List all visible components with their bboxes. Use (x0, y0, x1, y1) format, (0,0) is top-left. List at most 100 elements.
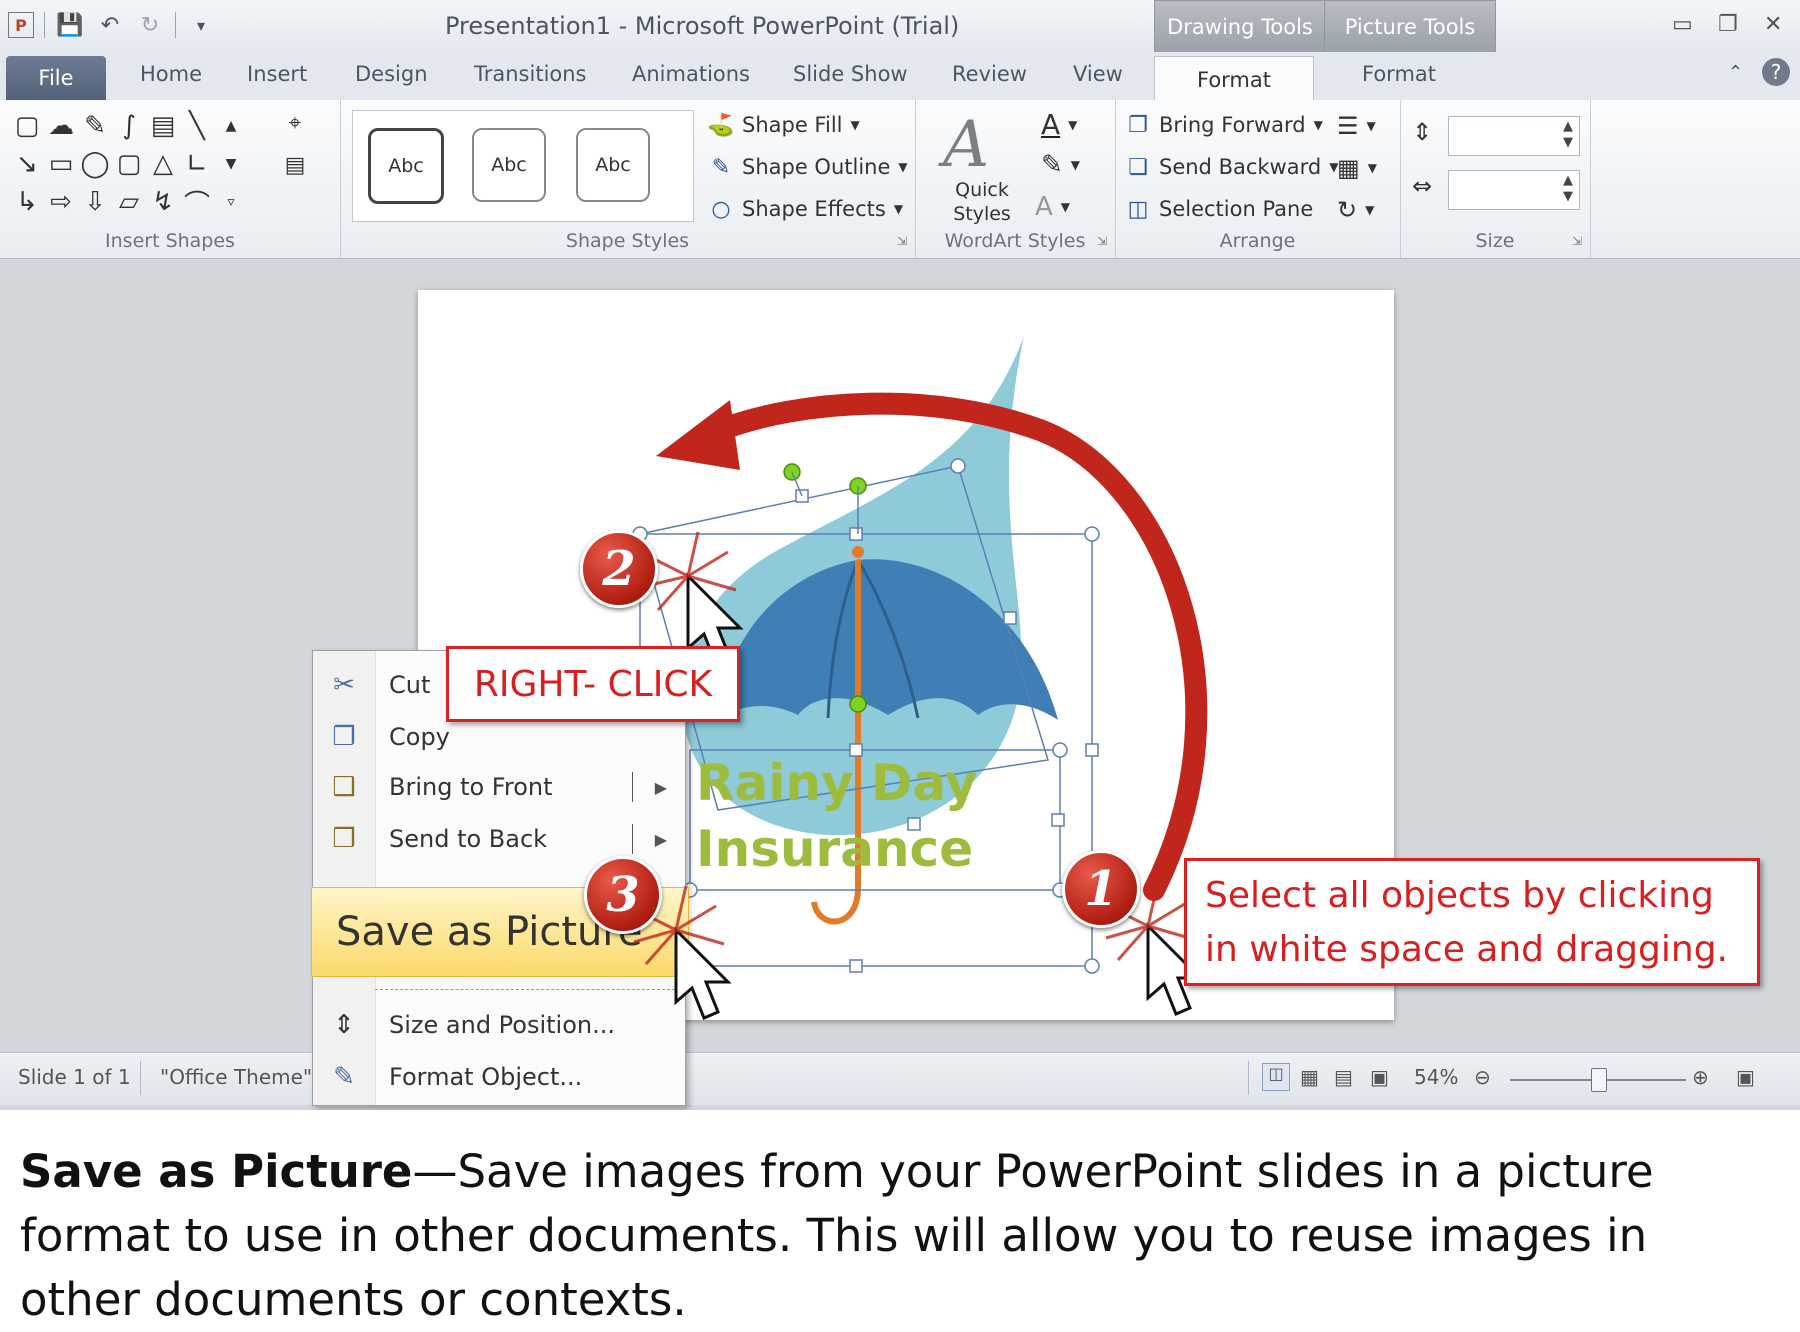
oval-shape-icon[interactable]: ◯ (78, 148, 112, 180)
gallery-more-icon[interactable]: ▿ (214, 186, 248, 218)
shape-fill-label: Shape Fill (742, 113, 843, 137)
slide-sorter-icon[interactable]: ▦ (1300, 1065, 1319, 1089)
text-effects-icon[interactable]: A ▼ (1035, 192, 1070, 222)
cloud-shape-icon[interactable]: ☁ (44, 110, 78, 142)
shape-effects-label: Shape Effects (742, 197, 886, 221)
triangle-shape-icon[interactable]: △ (146, 148, 180, 180)
text-outline-icon[interactable]: ✎ ▼ (1041, 150, 1080, 180)
shape-outline-button[interactable]: ✎ Shape Outline ▼ (708, 154, 908, 180)
curve-shape-icon[interactable]: ∫ (112, 110, 146, 142)
format-object-icon: ✎ (333, 1062, 355, 1092)
dialog-launcher-icon[interactable]: ⇲ (1572, 234, 1582, 248)
draw-textbox-icon[interactable]: ▤ (282, 152, 308, 178)
normal-view-icon[interactable]: ◫ (1262, 1063, 1290, 1091)
right-arrow-shape-icon[interactable]: ⇨ (44, 186, 78, 218)
undo-icon[interactable]: ↶ (95, 10, 125, 40)
restore-icon[interactable]: ❐ (1718, 12, 1738, 37)
zoom-out-icon[interactable]: ⊖ (1474, 1065, 1491, 1089)
shape-style-swatch[interactable]: Abc (576, 128, 650, 202)
tab-animations[interactable]: Animations (632, 62, 750, 86)
dropdown-arrow-icon: ▼ (1313, 118, 1323, 132)
shape-style-swatch[interactable]: Abc (472, 128, 546, 202)
rectangle2-shape-icon[interactable]: ▭ (44, 148, 78, 180)
rectangle-shape-icon[interactable]: ▢ (10, 110, 44, 142)
submenu-arrow-icon: ▶ (654, 829, 667, 849)
edit-shape-icon[interactable]: ⌖ (282, 110, 308, 136)
tab-view[interactable]: View (1073, 62, 1123, 86)
close-icon[interactable]: ✕ (1764, 12, 1782, 37)
shape-width-input[interactable]: ▲ ▼ (1448, 170, 1580, 210)
arrange-group: ❐ Bring Forward ▼ ❏ Send Backward ▼ ◫ Se… (1115, 100, 1401, 258)
step-2-badge: 2 (580, 530, 658, 608)
effects-icon: ○ (711, 196, 731, 222)
shape-outline-label: Shape Outline (742, 155, 891, 179)
shape-height-input[interactable]: ▲ ▼ (1448, 116, 1580, 156)
lightning-shape-icon[interactable]: ↯ (146, 186, 180, 218)
arc-shape-icon[interactable]: ⌒ (180, 186, 214, 220)
dialog-launcher-icon[interactable]: ⇲ (1097, 234, 1107, 248)
arrow-line-shape-icon[interactable]: ↘ (10, 148, 44, 180)
minimize-ribbon-icon[interactable]: ⌃ (1728, 62, 1743, 83)
shape-fill-button[interactable]: ⛳ Shape Fill ▼ (707, 112, 859, 138)
tab-design[interactable]: Design (355, 62, 428, 86)
save-icon[interactable]: 💾 (55, 10, 85, 40)
size-label: Size (1475, 230, 1515, 252)
snip-shape-icon[interactable]: ▱ (112, 186, 146, 218)
rotate-icon[interactable]: ↻ ▼ (1337, 196, 1374, 224)
bring-forward-button[interactable]: ❐ Bring Forward ▼ (1125, 112, 1323, 138)
tab-format-drawing[interactable]: Format (1154, 56, 1314, 103)
down-arrow-shape-icon[interactable]: ⇩ (78, 186, 112, 218)
zoom-slider-thumb[interactable] (1591, 1068, 1607, 1092)
slide-show-icon[interactable]: ▣ (1370, 1065, 1389, 1089)
quick-styles-button[interactable]: Quick Styles (937, 178, 1027, 226)
wordart-text[interactable]: Rainy Day Insurance (696, 750, 977, 882)
gallery-scroll-down-icon[interactable]: ▼ (214, 148, 248, 180)
tab-file[interactable]: File (6, 56, 106, 100)
help-icon[interactable]: ? (1762, 58, 1790, 86)
rounded-rect-shape-icon[interactable]: ▢ (112, 148, 146, 180)
align-icon[interactable]: ☰ ▼ (1337, 112, 1376, 140)
shape-style-swatch[interactable]: Abc (368, 128, 444, 204)
dropdown-arrow-icon: ▼ (893, 202, 904, 216)
group-icon[interactable]: ▦ ▼ (1337, 154, 1377, 182)
powerpoint-app-icon[interactable]: P (8, 12, 34, 38)
fit-to-window-icon[interactable]: ▣ (1736, 1065, 1755, 1089)
gallery-scroll-up-icon[interactable]: ▲ (214, 110, 248, 142)
tab-format-picture[interactable]: Format (1362, 62, 1436, 86)
minimize-icon[interactable]: ▭ (1672, 12, 1693, 37)
send-backward-button[interactable]: ❏ Send Backward ▼ (1125, 154, 1338, 180)
window-title: Presentation1 - Microsoft PowerPoint (Tr… (445, 12, 960, 40)
zoom-slider[interactable] (1510, 1068, 1686, 1092)
spinner-icon[interactable]: ▲ ▼ (1563, 173, 1573, 205)
customize-qat-icon[interactable]: ▾ (186, 10, 216, 40)
selection-pane-button[interactable]: ◫ Selection Pane (1125, 196, 1314, 222)
step-3-badge: 3 (584, 856, 662, 934)
separator (632, 824, 633, 854)
elbow-connector-shape-icon[interactable]: ∟ (180, 148, 214, 180)
menu-item-label: Cut (389, 671, 431, 699)
redo-icon[interactable]: ↻ (135, 10, 165, 40)
menu-item-size-and-position[interactable]: ⇕ Size and Position... (313, 1001, 685, 1049)
textbox-shape-icon[interactable]: ▤ (146, 110, 180, 142)
tab-insert[interactable]: Insert (247, 62, 307, 86)
spinner-icon[interactable]: ▲ ▼ (1563, 119, 1573, 151)
tab-transitions[interactable]: Transitions (474, 62, 587, 86)
shape-effects-button[interactable]: ○ Shape Effects ▼ (708, 196, 903, 222)
zoom-level[interactable]: 54% (1414, 1065, 1458, 1089)
menu-item-format-object[interactable]: ✎ Format Object... (313, 1053, 685, 1101)
elbow-arrow-shape-icon[interactable]: ↳ (10, 186, 44, 218)
zoom-in-icon[interactable]: ⊕ (1692, 1065, 1709, 1089)
text-fill-icon[interactable]: A ▼ (1041, 108, 1077, 141)
reading-view-icon[interactable]: ▤ (1334, 1065, 1353, 1089)
dialog-launcher-icon[interactable]: ⇲ (897, 234, 907, 248)
tab-review[interactable]: Review (952, 62, 1027, 86)
menu-item-label: Send to Back (389, 825, 548, 853)
tab-home[interactable]: Home (140, 62, 202, 86)
line-shape-icon[interactable]: ╲ (180, 110, 214, 142)
menu-item-bring-to-front[interactable]: ❑ Bring to Front ▶ (313, 763, 685, 811)
freeform-shape-icon[interactable]: ✎ (78, 110, 112, 142)
menu-separator (375, 989, 675, 990)
wordart-a-icon: A (943, 108, 990, 182)
send-back-icon: ❒ (332, 824, 356, 854)
tab-slide-show[interactable]: Slide Show (793, 62, 908, 86)
